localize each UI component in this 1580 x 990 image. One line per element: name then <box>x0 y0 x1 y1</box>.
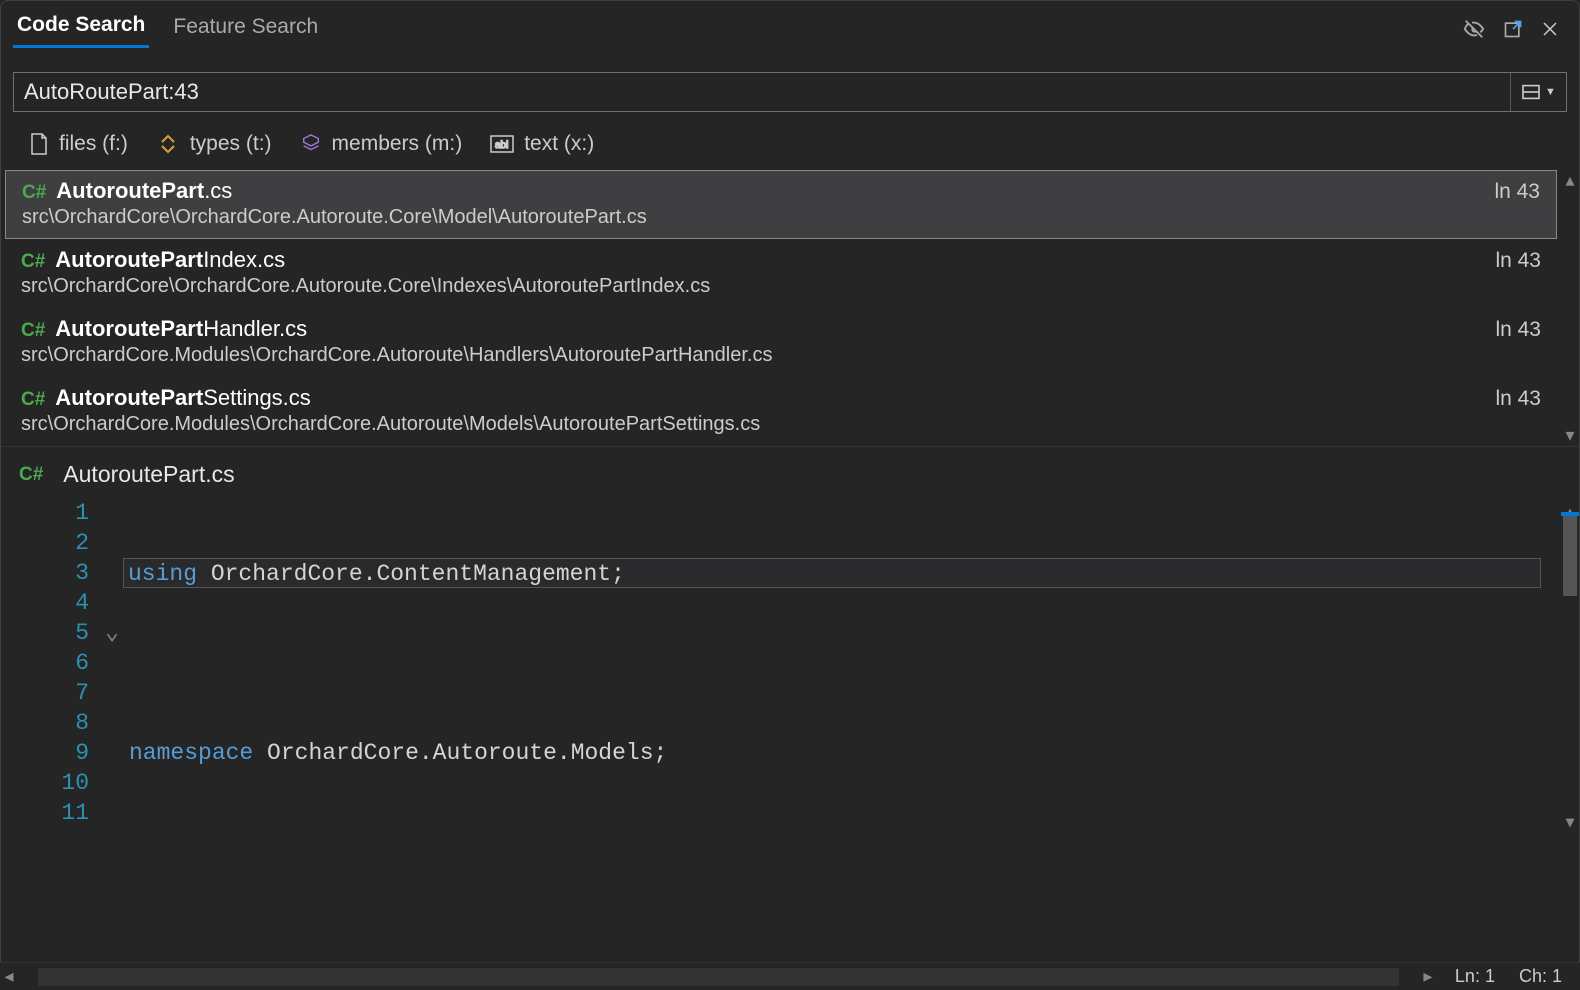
csharp-badge: C# <box>21 320 45 342</box>
line-number-gutter: 1234567891011 <box>1 498 101 838</box>
result-line: ln 43 <box>1495 318 1541 342</box>
result-name-suffix: Settings.cs <box>203 385 311 411</box>
scroll-down-icon[interactable]: ▾ <box>1565 425 1574 446</box>
tab-code-search[interactable]: Code Search <box>13 9 149 48</box>
status-col: Ch: 1 <box>1519 966 1562 987</box>
filter-bar: files (f:) types (t:) members (m:) abl t… <box>1 122 1579 170</box>
result-item[interactable]: C# AutoroutePartHandler.cs ln 43src\Orchar… <box>1 308 1561 377</box>
chevron-down-icon: ▼ <box>1545 86 1556 98</box>
filter-types-label: types (t:) <box>190 132 272 156</box>
open-external-icon[interactable] <box>1503 19 1523 39</box>
svg-text:abl: abl <box>495 140 508 151</box>
result-item[interactable]: C# AutoroutePartSettings.cs ln 43src\Orcha… <box>1 377 1561 446</box>
csharp-badge: C# <box>22 182 46 204</box>
result-path: src\OrchardCore\OrchardCore.Autoroute.Co… <box>22 206 1540 229</box>
preview-filename: AutoroutePart.cs <box>63 461 234 488</box>
result-name: AutoroutePart <box>55 316 203 342</box>
search-box: ▼ <box>13 72 1567 112</box>
status-line: Ln: 1 <box>1455 966 1495 987</box>
result-name: AutoroutePart <box>55 247 203 273</box>
eye-off-icon[interactable] <box>1463 18 1485 40</box>
result-name-suffix: Handler.cs <box>203 316 307 342</box>
filter-members-label: members (m:) <box>332 132 463 156</box>
horizontal-scrollbar[interactable] <box>38 968 1399 986</box>
chevron-down-icon[interactable]: ⌄ <box>105 618 119 648</box>
result-path: src\OrchardCore.Modules\OrchardCore.Auto… <box>21 344 1541 367</box>
filter-files-label: files (f:) <box>59 132 128 156</box>
code-preview[interactable]: 1234567891011 ⌄ using OrchardCore.Conten… <box>1 498 1579 838</box>
filter-text-label: text (x:) <box>524 132 594 156</box>
result-item[interactable]: C# AutoroutePart.cs ln 43src\OrchardCore\O… <box>5 170 1557 239</box>
scroll-right-icon[interactable]: ▸ <box>1419 966 1437 987</box>
close-icon[interactable] <box>1541 20 1559 38</box>
result-line: ln 43 <box>1494 180 1540 204</box>
result-path: src\OrchardCore\OrchardCore.Autoroute.Co… <box>21 275 1541 298</box>
result-item[interactable]: C# AutoroutePartIndex.cs ln 43src\OrchardC… <box>1 239 1561 308</box>
header-tabs: Code Search Feature Search <box>1 1 1579 48</box>
csharp-badge: C# <box>19 464 43 486</box>
results-scrollbar[interactable]: ▴ ▾ <box>1561 170 1579 446</box>
filter-types[interactable]: types (t:) <box>156 132 272 156</box>
search-input[interactable] <box>14 73 1510 111</box>
csharp-badge: C# <box>21 389 45 411</box>
filter-members[interactable]: members (m:) <box>300 132 463 156</box>
result-name: AutoroutePart <box>56 178 204 204</box>
filter-files[interactable]: files (f:) <box>29 132 128 156</box>
results-panel: C#AutoroutePart.csln 43src\OrchardCore\O… <box>1 170 1579 446</box>
result-name-suffix: Index.cs <box>203 247 285 273</box>
code-lines[interactable]: using OrchardCore.ContentManagement; nam… <box>123 498 1561 838</box>
result-line: ln 43 <box>1495 387 1541 411</box>
tab-feature-search[interactable]: Feature Search <box>169 11 322 47</box>
code-vertical-scrollbar[interactable]: ▴ ▾ <box>1561 498 1579 838</box>
header-icon-group <box>1463 18 1567 40</box>
fold-gutter[interactable]: ⌄ <box>101 498 123 838</box>
result-name: AutoroutePart <box>55 385 203 411</box>
result-path: src\OrchardCore.Modules\OrchardCore.Auto… <box>21 413 1541 436</box>
csharp-badge: C# <box>21 251 45 273</box>
status-bar: ◂ ▸ Ln: 1 Ch: 1 <box>0 962 1580 990</box>
result-name-suffix: .cs <box>204 178 232 204</box>
scroll-up-icon[interactable]: ▴ <box>1565 170 1574 191</box>
filter-text[interactable]: abl text (x:) <box>490 132 594 156</box>
search-view-dropdown[interactable]: ▼ <box>1510 73 1566 111</box>
result-line: ln 43 <box>1495 249 1541 273</box>
preview-header: C# AutoroutePart.cs <box>1 446 1579 498</box>
scroll-down-icon[interactable]: ▾ <box>1561 808 1579 838</box>
scroll-left-icon[interactable]: ◂ <box>0 966 18 987</box>
